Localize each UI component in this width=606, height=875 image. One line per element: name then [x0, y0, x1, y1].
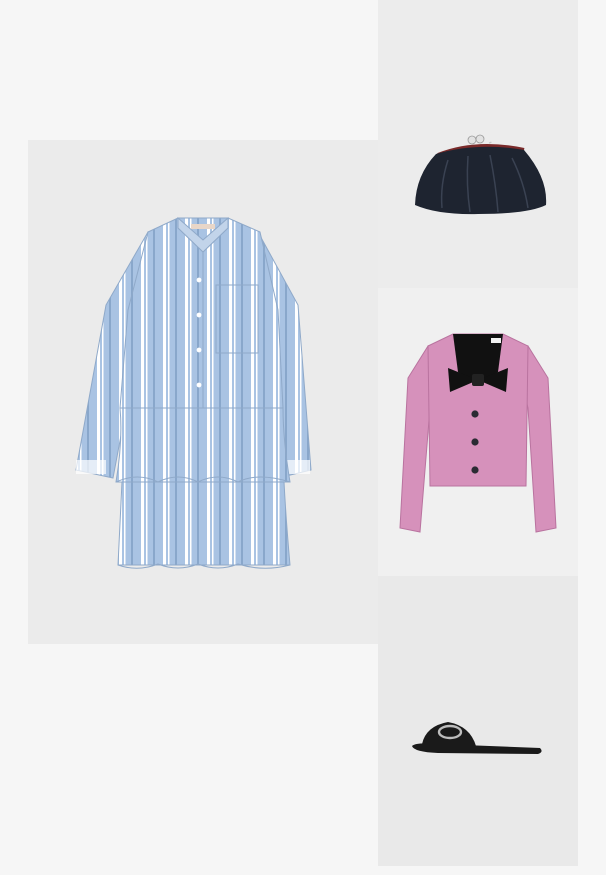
clutch-bag-icon: [415, 134, 547, 215]
striped-dress-icon: [75, 216, 312, 569]
product-tile-sandal[interactable]: [378, 576, 578, 866]
product-tile-bag[interactable]: [378, 0, 578, 288]
pink-jacket-icon: [399, 333, 557, 533]
product-tile-jacket[interactable]: [378, 288, 578, 576]
product-tile-dress[interactable]: [28, 140, 378, 644]
slide-sandal-icon: [412, 722, 542, 754]
